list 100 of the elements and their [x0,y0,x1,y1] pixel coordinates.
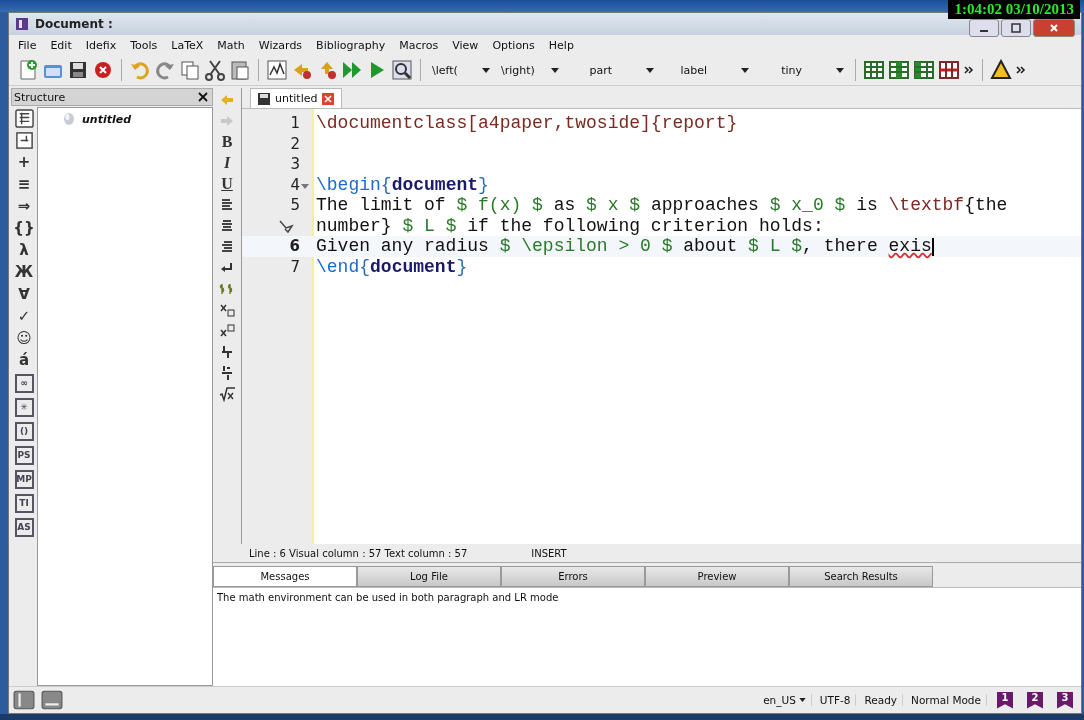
symbol-button[interactable]: ∞ [14,374,34,393]
panel-toggle-icon[interactable] [41,690,63,710]
superscript-icon[interactable] [219,323,235,339]
menu-item[interactable]: Bibliography [309,36,393,54]
menu-item[interactable]: LaTeX [164,36,211,54]
menu-item[interactable]: Edit [43,36,79,54]
panel-tab[interactable]: Log File [357,566,501,587]
dropdown[interactable]: part [566,60,658,80]
dropdown[interactable]: \left( [428,60,494,80]
magnifier-icon[interactable] [391,59,413,81]
symbol-button[interactable]: + [14,153,34,172]
symbol-button[interactable]: () [14,422,34,441]
fold-icon[interactable] [301,183,309,189]
dropdown[interactable]: \right) [497,60,563,80]
fraction-icon[interactable] [219,365,235,381]
panel-tab[interactable]: Search Results [789,566,933,587]
menu-item[interactable]: View [445,36,486,54]
chart-icon[interactable] [266,59,288,81]
cursor-position: Line : 6 Visual column : 57 Text column : 57 [249,547,468,559]
align-left-icon[interactable] [219,197,235,213]
line-number: 4 [290,175,300,194]
menu-item[interactable]: Wizards [251,36,310,54]
code-line: \begin{document} [315,174,489,195]
document-icon [62,112,76,126]
chevron-icon[interactable] [963,64,975,76]
symbol-button[interactable]: ✓ [14,307,34,326]
symbol-button[interactable]: ⇒ [14,197,34,216]
menu-item[interactable]: Idefix [78,36,124,54]
new-file-icon[interactable] [17,59,39,81]
file-tab[interactable]: untitled [250,88,343,108]
edit-mode: INSERT [531,547,567,559]
format-button[interactable]: I [223,155,231,171]
scissors-icon[interactable] [204,59,226,81]
panel-tab[interactable]: Messages [213,566,357,587]
table-column-icon[interactable] [913,59,935,81]
minimize-icon [979,30,989,32]
bookmark-button[interactable]: 3 [1057,691,1073,709]
symbol-button[interactable]: TI [14,494,34,513]
message-text: The math environment can be used in both paragraph and LR mode [217,592,559,603]
table-row-icon[interactable] [938,59,960,81]
double-play-icon[interactable] [341,59,363,81]
sidebar-toggle-icon[interactable] [13,690,35,710]
align-right-icon[interactable] [219,239,235,255]
status-text: Ready [862,694,904,706]
dropdown[interactable]: tiny [756,60,848,80]
close-file-icon[interactable] [92,59,114,81]
symbol-button[interactable]: Ж [14,263,34,282]
align-center-icon[interactable] [219,218,235,234]
format-button[interactable]: B [221,134,233,150]
symbol-button[interactable]: ≡ [14,175,34,194]
menu-item[interactable]: Macros [392,36,446,54]
square-root-icon[interactable] [219,386,235,402]
bookmark-button[interactable]: 2 [1027,691,1043,709]
menu-item[interactable]: Tools [123,36,165,54]
bookmark-button[interactable]: 1 [997,691,1013,709]
minimize-button[interactable] [969,19,999,37]
symbol-button[interactable]: MP [14,470,34,489]
table-icon[interactable] [863,59,885,81]
caret-icon [741,67,749,73]
subscript-icon[interactable] [219,302,235,318]
fraction-icon[interactable] [219,344,235,360]
dollar-icon[interactable] [219,281,235,297]
paste-icon[interactable] [229,59,251,81]
symbol-button[interactable]: {} [14,219,34,238]
code-line: \documentclass[a4paper,twoside]{report} [315,113,738,134]
chevron-icon[interactable] [1015,64,1027,76]
symbol-button[interactable]: λ [14,241,34,260]
line-number: 7 [290,257,300,276]
menu-item[interactable]: File [11,36,44,54]
copy-icon[interactable] [179,59,201,81]
save-icon[interactable] [67,59,89,81]
menu-item[interactable]: Options [485,36,542,54]
language-selector[interactable]: en_US [761,694,812,706]
symbol-button[interactable]: ☺ [14,329,34,348]
tree-item[interactable]: untitled [62,112,132,126]
structure-icon[interactable] [14,109,34,128]
menu-item[interactable]: Math [210,36,252,54]
close-button[interactable] [1033,19,1075,37]
menu-item[interactable]: Help [541,36,581,54]
insert-icon[interactable] [14,131,34,150]
line-number: 3 [290,155,300,174]
format-button[interactable]: U [221,176,233,192]
table-column-icon[interactable] [888,59,910,81]
save-icon [257,91,271,106]
close-icon[interactable] [198,92,208,102]
maximize-button[interactable] [1001,19,1031,37]
app-icon [15,17,29,31]
code-editor[interactable] [242,108,1081,544]
panel-tab[interactable]: Errors [501,566,645,587]
symbol-button[interactable]: PS [14,446,34,465]
warning-icon[interactable] [990,59,1012,81]
symbol-button[interactable]: á [14,351,34,370]
symbol-button[interactable]: AS [14,518,34,537]
redo-icon[interactable] [154,59,176,81]
panel-tab[interactable]: Preview [645,566,789,587]
code-line: Given any radius $ \epsilon > 0 $ about $ L $, there exis [315,236,934,257]
symbol-button[interactable]: ✳ [14,398,34,417]
dropdown[interactable]: label [661,60,753,80]
symbol-button[interactable]: ∀ [14,285,34,304]
mode-label: Normal Mode [909,694,987,706]
